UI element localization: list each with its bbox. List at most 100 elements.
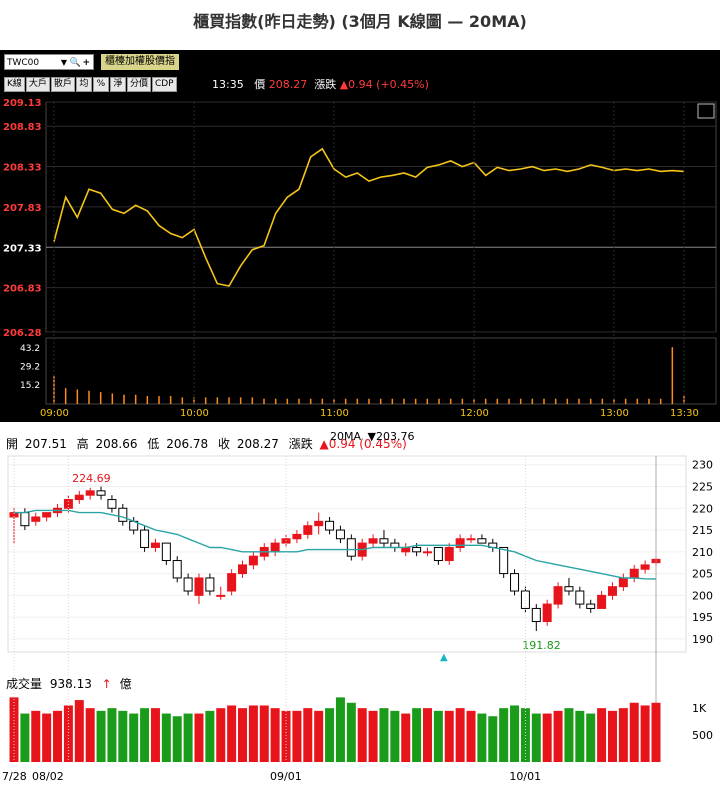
- close-value: 208.27: [237, 437, 279, 451]
- volume-bar: [466, 710, 476, 762]
- price-tick-label: 209.13: [3, 98, 42, 109]
- intraday-panel: TWC00 ▼ 🔍 + 櫃檯加權股價指 K線 大戶 散戶均% 淨分價 CDP 13:35…: [0, 50, 720, 422]
- candle-body: [531, 607, 541, 623]
- time-tick-label: 13:30: [670, 408, 699, 419]
- volume-bar: [640, 705, 650, 762]
- price-line: [53, 147, 685, 287]
- volume-bar: [150, 708, 160, 762]
- price-tick-label: 207.33: [3, 243, 42, 254]
- candle-body: [96, 490, 106, 496]
- daily-chart: 開 207.51 高 208.66 低 206.78 收 208.27 漲跌 ▲…: [2, 430, 713, 783]
- link-icon: [697, 103, 715, 119]
- volume-bar: [433, 710, 443, 762]
- candle-body: [238, 564, 248, 575]
- volume-bar: [618, 708, 628, 762]
- kline-tick-label: 230: [692, 459, 713, 472]
- volume-bar: [314, 710, 324, 762]
- candle-body: [346, 538, 356, 557]
- time-tick-label: 10:00: [180, 408, 209, 419]
- volume-tick-label: 1K: [692, 702, 707, 715]
- high-value: 208.66: [96, 437, 138, 451]
- candle-body: [618, 577, 628, 588]
- candle-body: [597, 594, 607, 609]
- marker-triangle-icon: ▲: [440, 652, 448, 663]
- open-value: 207.51: [25, 437, 67, 451]
- volume-unit: 億: [120, 677, 132, 691]
- volume-bar: [586, 713, 596, 762]
- time-tick-label: 12:00: [460, 408, 489, 419]
- volume-bar: [42, 713, 52, 762]
- volume-tick-label: 29.2: [20, 362, 40, 372]
- volume-bar: [510, 705, 520, 762]
- price-tick-label: 208.83: [3, 122, 42, 133]
- candle-body: [74, 494, 84, 501]
- candle-body: [640, 564, 650, 570]
- candle-body: [227, 573, 237, 592]
- volume-bar: [422, 708, 432, 762]
- volume-bar: [31, 710, 41, 762]
- volume-plot-frame: [45, 337, 717, 405]
- volume-bar: [205, 710, 215, 762]
- candle-body: [42, 512, 52, 518]
- candle-body: [303, 525, 313, 535]
- price-plot-frame: [45, 101, 717, 333]
- volume-tick-label: 15.2: [20, 381, 40, 391]
- volume-bar: [53, 710, 63, 762]
- candle-body: [118, 507, 128, 522]
- volume-bar: [379, 708, 389, 762]
- volume-bar: [542, 713, 552, 762]
- candle-body: [205, 577, 215, 592]
- candle-body: [510, 573, 520, 592]
- candle-body: [194, 577, 204, 596]
- ma-legend: 20MA ▼203.76: [330, 430, 414, 443]
- candle-body: [270, 542, 280, 553]
- low-label: 低: [147, 437, 159, 451]
- kline-tick-label: 220: [692, 502, 713, 515]
- volume-bar: [346, 702, 356, 762]
- kline-tick-label: 215: [692, 524, 713, 537]
- time-tick-label: 13:00: [600, 408, 629, 419]
- volume-bar: [227, 705, 237, 762]
- volume-bar: [74, 700, 84, 762]
- volume-bar: [248, 705, 258, 762]
- candle-body: [172, 560, 182, 579]
- change-label: 漲跌: [289, 436, 313, 451]
- high-label: 高: [77, 436, 89, 451]
- kline-tick-label: 225: [692, 480, 713, 493]
- volume-bar: [216, 708, 226, 762]
- candle-body: [542, 603, 552, 623]
- volume-tick-label: 500: [692, 729, 713, 742]
- candle-body: [444, 546, 454, 562]
- candle-body: [553, 586, 563, 605]
- candle-body: [629, 568, 639, 579]
- candle-body: [107, 499, 117, 509]
- candle-body: [161, 542, 171, 562]
- volume-value: 938.13: [50, 677, 92, 691]
- candle-body: [292, 533, 302, 540]
- candle-body: [455, 538, 465, 548]
- volume-bar: [607, 710, 617, 762]
- volume-bar: [401, 713, 411, 762]
- volume-bar: [140, 708, 150, 762]
- volume-bar: [325, 708, 335, 762]
- volume-bar: [118, 710, 128, 762]
- candle-body: [477, 538, 487, 544]
- candle-body: [314, 520, 324, 527]
- ma-label: 20MA: [330, 430, 361, 443]
- candle-body: [20, 512, 30, 527]
- candle-body: [248, 555, 258, 566]
- volume-bar: [477, 713, 487, 762]
- volume-bar: [488, 716, 498, 762]
- daily-panel: 開 207.51 高 208.66 低 206.78 收 208.27 漲跌 ▲…: [0, 430, 720, 787]
- candle-body: [433, 546, 443, 562]
- price-tick-label: 208.33: [3, 163, 42, 174]
- volume-bar: [390, 710, 400, 762]
- kline-tick-label: 210: [692, 546, 713, 559]
- candle-body: [325, 520, 335, 531]
- volume-bar: [368, 710, 378, 762]
- price-tick-label: 206.83: [3, 284, 42, 295]
- candle-body: [466, 538, 476, 541]
- candle-body: [575, 590, 585, 605]
- kline-tick-label: 205: [692, 568, 713, 581]
- ma-value: ▼203.76: [368, 430, 415, 443]
